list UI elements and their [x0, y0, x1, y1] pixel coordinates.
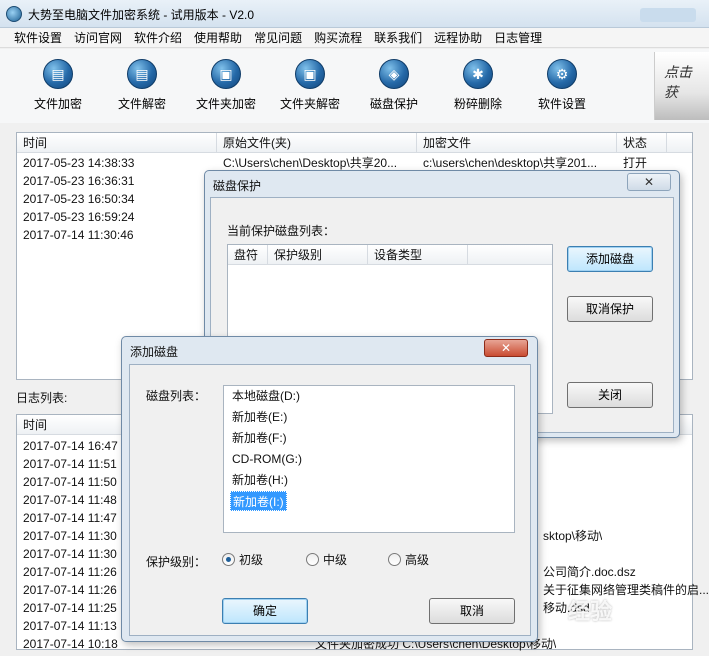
shred-icon: ✱ — [463, 59, 493, 89]
level-radio-high[interactable]: 高级 — [388, 551, 429, 568]
disk-item-selected[interactable]: 新加卷(I:) — [230, 491, 287, 511]
column-header-encrypted[interactable]: 加密文件 — [417, 133, 617, 153]
column-header-original[interactable]: 原始文件(夹) — [217, 133, 417, 153]
tool-label: 文件夹解密 — [279, 97, 340, 111]
folder-unlock-icon: ▣ — [295, 59, 325, 89]
disk-shield-icon: ◈ — [379, 59, 409, 89]
log-detail: 关于征集网络管理类稿件的启... — [543, 583, 709, 597]
file-list-header: 时间 原始文件(夹) 加密文件 状态 — [17, 133, 692, 153]
watermark: 经验 — [568, 599, 613, 624]
menu-purchase[interactable]: 购买流程 — [308, 29, 368, 46]
column-header-log-time[interactable]: 时间 — [17, 415, 137, 435]
log-list-label: 日志列表: — [16, 391, 68, 405]
protect-level-label: 保护级别： — [146, 555, 207, 569]
menu-software-intro[interactable]: 软件介绍 — [128, 29, 188, 46]
log-time: 2017-07-14 11:47 — [23, 511, 117, 525]
add-disk-button[interactable]: 添加磁盘 — [567, 246, 653, 272]
tool-label: 文件夹加密 — [195, 97, 256, 111]
window-title: 大势至电脑文件加密系统 - 试用版本 - V2.0 — [28, 8, 255, 22]
log-time: 2017-07-14 11:50 — [23, 475, 117, 489]
log-detail: sktop\移动\ — [543, 529, 603, 543]
disk-listbox[interactable]: 本地磁盘(D:) 新加卷(E:) 新加卷(F:) CD-ROM(G:) 新加卷(… — [223, 385, 515, 533]
log-time: 2017-07-14 11:48 — [23, 493, 117, 507]
dialog-body: 磁盘列表： 本地磁盘(D:) 新加卷(E:) 新加卷(F:) CD-ROM(G:… — [129, 364, 531, 636]
file-lock-icon: ▤ — [43, 59, 73, 89]
app-icon — [6, 6, 22, 22]
menu-software-settings[interactable]: 软件设置 — [8, 29, 68, 46]
protected-disk-caption: 当前保护磁盘列表： — [227, 224, 336, 238]
cell-time: 2017-05-23 16:50:34 — [23, 192, 135, 206]
log-time: 2017-07-14 11:13 — [23, 619, 117, 633]
radio-icon — [388, 553, 401, 566]
log-time: 2017-07-14 11:51 — [23, 457, 117, 471]
disk-item[interactable]: 本地磁盘(D:) — [230, 386, 302, 406]
tool-label: 粉碎删除 — [453, 97, 502, 111]
tool-label: 文件加密 — [33, 97, 82, 111]
file-decrypt-button[interactable]: ▤ 文件解密 — [100, 53, 184, 119]
toolbar: ▤ 文件加密 ▤ 文件解密 ▣ 文件夹加密 ▣ 文件夹解密 ◈ 磁盘保护 ✱ 粉… — [0, 49, 709, 123]
close-button[interactable]: 关闭 — [567, 382, 653, 408]
disk-item[interactable]: CD-ROM(G:) — [230, 449, 304, 469]
menu-contact[interactable]: 联系我们 — [368, 29, 428, 46]
level-radio-basic[interactable]: 初级 — [222, 551, 263, 568]
menu-official-site[interactable]: 访问官网 — [68, 29, 128, 46]
log-time: 2017-07-14 11:30 — [23, 529, 117, 543]
column-header-status[interactable]: 状态 — [617, 133, 667, 153]
ok-button[interactable]: 确定 — [222, 598, 308, 624]
log-time: 2017-07-14 10:18 — [23, 637, 118, 651]
level-radio-medium[interactable]: 中级 — [306, 551, 347, 568]
add-disk-dialog: 添加磁盘 ✕ 磁盘列表： 本地磁盘(D:) 新加卷(E:) 新加卷(F:) CD… — [121, 336, 538, 642]
cell-time: 2017-05-23 16:59:24 — [23, 210, 135, 224]
close-icon[interactable]: ✕ — [484, 339, 528, 357]
promo-text: 点击 获 — [664, 65, 692, 101]
dialog-title: 磁盘保护 — [213, 179, 262, 193]
log-time: 2017-07-14 11:30 — [23, 547, 117, 561]
radio-label: 中级 — [323, 553, 348, 567]
folder-encrypt-button[interactable]: ▣ 文件夹加密 — [184, 53, 268, 119]
file-unlock-icon: ▤ — [127, 59, 157, 89]
menu-bar: 软件设置 访问官网 软件介绍 使用帮助 常见问题 购买流程 联系我们 远程协助 … — [0, 28, 709, 48]
title-bar-button[interactable] — [640, 8, 696, 22]
log-detail: 公司简介.doc.dsz — [543, 565, 636, 579]
disk-protect-button[interactable]: ◈ 磁盘保护 — [352, 53, 436, 119]
column-header-device-type[interactable]: 设备类型 — [368, 245, 468, 265]
tool-label: 磁盘保护 — [369, 97, 418, 111]
settings-button[interactable]: ⚙ 软件设置 — [520, 53, 604, 119]
radio-label: 初级 — [239, 553, 264, 567]
menu-log-management[interactable]: 日志管理 — [488, 29, 548, 46]
disk-item[interactable]: 新加卷(F:) — [230, 428, 289, 448]
file-encrypt-button[interactable]: ▤ 文件加密 — [16, 53, 100, 119]
radio-label: 高级 — [405, 553, 430, 567]
log-time: 2017-07-14 11:25 — [23, 601, 117, 615]
close-icon[interactable]: ✕ — [627, 173, 671, 191]
column-header-time[interactable]: 时间 — [17, 133, 217, 153]
disk-item[interactable]: 新加卷(H:) — [230, 470, 290, 490]
log-time: 2017-07-14 16:47 — [23, 439, 118, 453]
dialog-title: 添加磁盘 — [130, 345, 179, 359]
column-header-level[interactable]: 保护级别 — [268, 245, 368, 265]
gear-icon: ⚙ — [547, 59, 577, 89]
disk-item[interactable]: 新加卷(E:) — [230, 407, 289, 427]
menu-remote-assist[interactable]: 远程协助 — [428, 29, 488, 46]
column-header-drive[interactable]: 盘符 — [228, 245, 268, 265]
cancel-protect-button[interactable]: 取消保护 — [567, 296, 653, 322]
radio-selected-icon — [222, 553, 235, 566]
log-time: 2017-07-14 11:26 — [23, 583, 117, 597]
shred-delete-button[interactable]: ✱ 粉碎删除 — [436, 53, 520, 119]
tool-label: 软件设置 — [537, 97, 586, 111]
folder-decrypt-button[interactable]: ▣ 文件夹解密 — [268, 53, 352, 119]
cell-time: 2017-05-23 16:36:31 — [23, 174, 135, 188]
cancel-button[interactable]: 取消 — [429, 598, 515, 624]
disk-list-label: 磁盘列表： — [146, 389, 207, 403]
protected-table-header: 盘符 保护级别 设备类型 — [228, 245, 552, 265]
tool-label: 文件解密 — [117, 97, 166, 111]
folder-lock-icon: ▣ — [211, 59, 241, 89]
cell-time: 2017-07-14 11:30:46 — [23, 228, 134, 242]
cell-time: 2017-05-23 14:38:33 — [23, 156, 135, 170]
menu-faq[interactable]: 常见问题 — [248, 29, 308, 46]
radio-icon — [306, 553, 319, 566]
log-time: 2017-07-14 11:26 — [23, 565, 117, 579]
menu-help[interactable]: 使用帮助 — [188, 29, 248, 46]
